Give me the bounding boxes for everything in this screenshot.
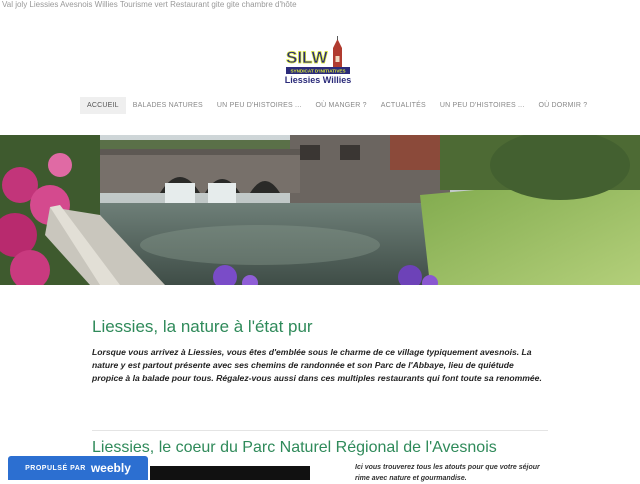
page-title: Val joly Liessies Avesnois Willies Touri… bbox=[2, 0, 297, 9]
river-mill-photo bbox=[0, 135, 640, 285]
nav-histoires-2[interactable]: UN PEU D'HISTOIRES ... bbox=[433, 97, 532, 114]
section-heading: Liessies, la nature à l'état pur bbox=[92, 317, 313, 336]
logo-name: Liessies Willies bbox=[285, 75, 351, 85]
divider bbox=[92, 430, 548, 431]
section-heading-2: Liessies, le coeur du Parc Naturel Régio… bbox=[92, 439, 497, 456]
logo-subtitle: SYNDICAT D'INITIATIVES bbox=[290, 69, 345, 74]
nav-accueil[interactable]: ACCUEIL bbox=[80, 97, 126, 114]
weebly-prefix: PROPULSÉ PAR bbox=[25, 464, 86, 472]
logo-main-text: SILW bbox=[286, 48, 329, 67]
page-title-bar: Val joly Liessies Avesnois Willies Touri… bbox=[0, 0, 640, 11]
nav-ou-dormir[interactable]: OÙ DORMIR ? bbox=[531, 97, 594, 114]
nav-balades-natures[interactable]: BALADES NATURES bbox=[126, 97, 210, 114]
site-logo[interactable]: SILW SYNDICAT D'INITIATIVES Liessies Wil… bbox=[284, 36, 354, 86]
nav-histoires-1[interactable]: UN PEU D'HISTOIRES ... bbox=[210, 97, 309, 114]
powered-by-weebly-button[interactable]: PROPULSÉ PAR weebly bbox=[8, 456, 148, 480]
main-nav: ACCUEIL BALADES NATURES UN PEU D'HISTOIR… bbox=[80, 97, 594, 114]
nav-actualites[interactable]: ACTUALITÉS bbox=[374, 97, 433, 114]
weebly-logo: weebly bbox=[90, 461, 131, 475]
hero-banner bbox=[0, 135, 640, 285]
intro-paragraph: Lorsque vous arrivez à Liessies, vous êt… bbox=[92, 347, 542, 383]
nav-ou-manger[interactable]: OÙ MANGER ? bbox=[309, 97, 374, 114]
side-paragraph: Ici vous trouverez tous les atouts pour … bbox=[355, 464, 540, 482]
embedded-media bbox=[150, 466, 310, 480]
